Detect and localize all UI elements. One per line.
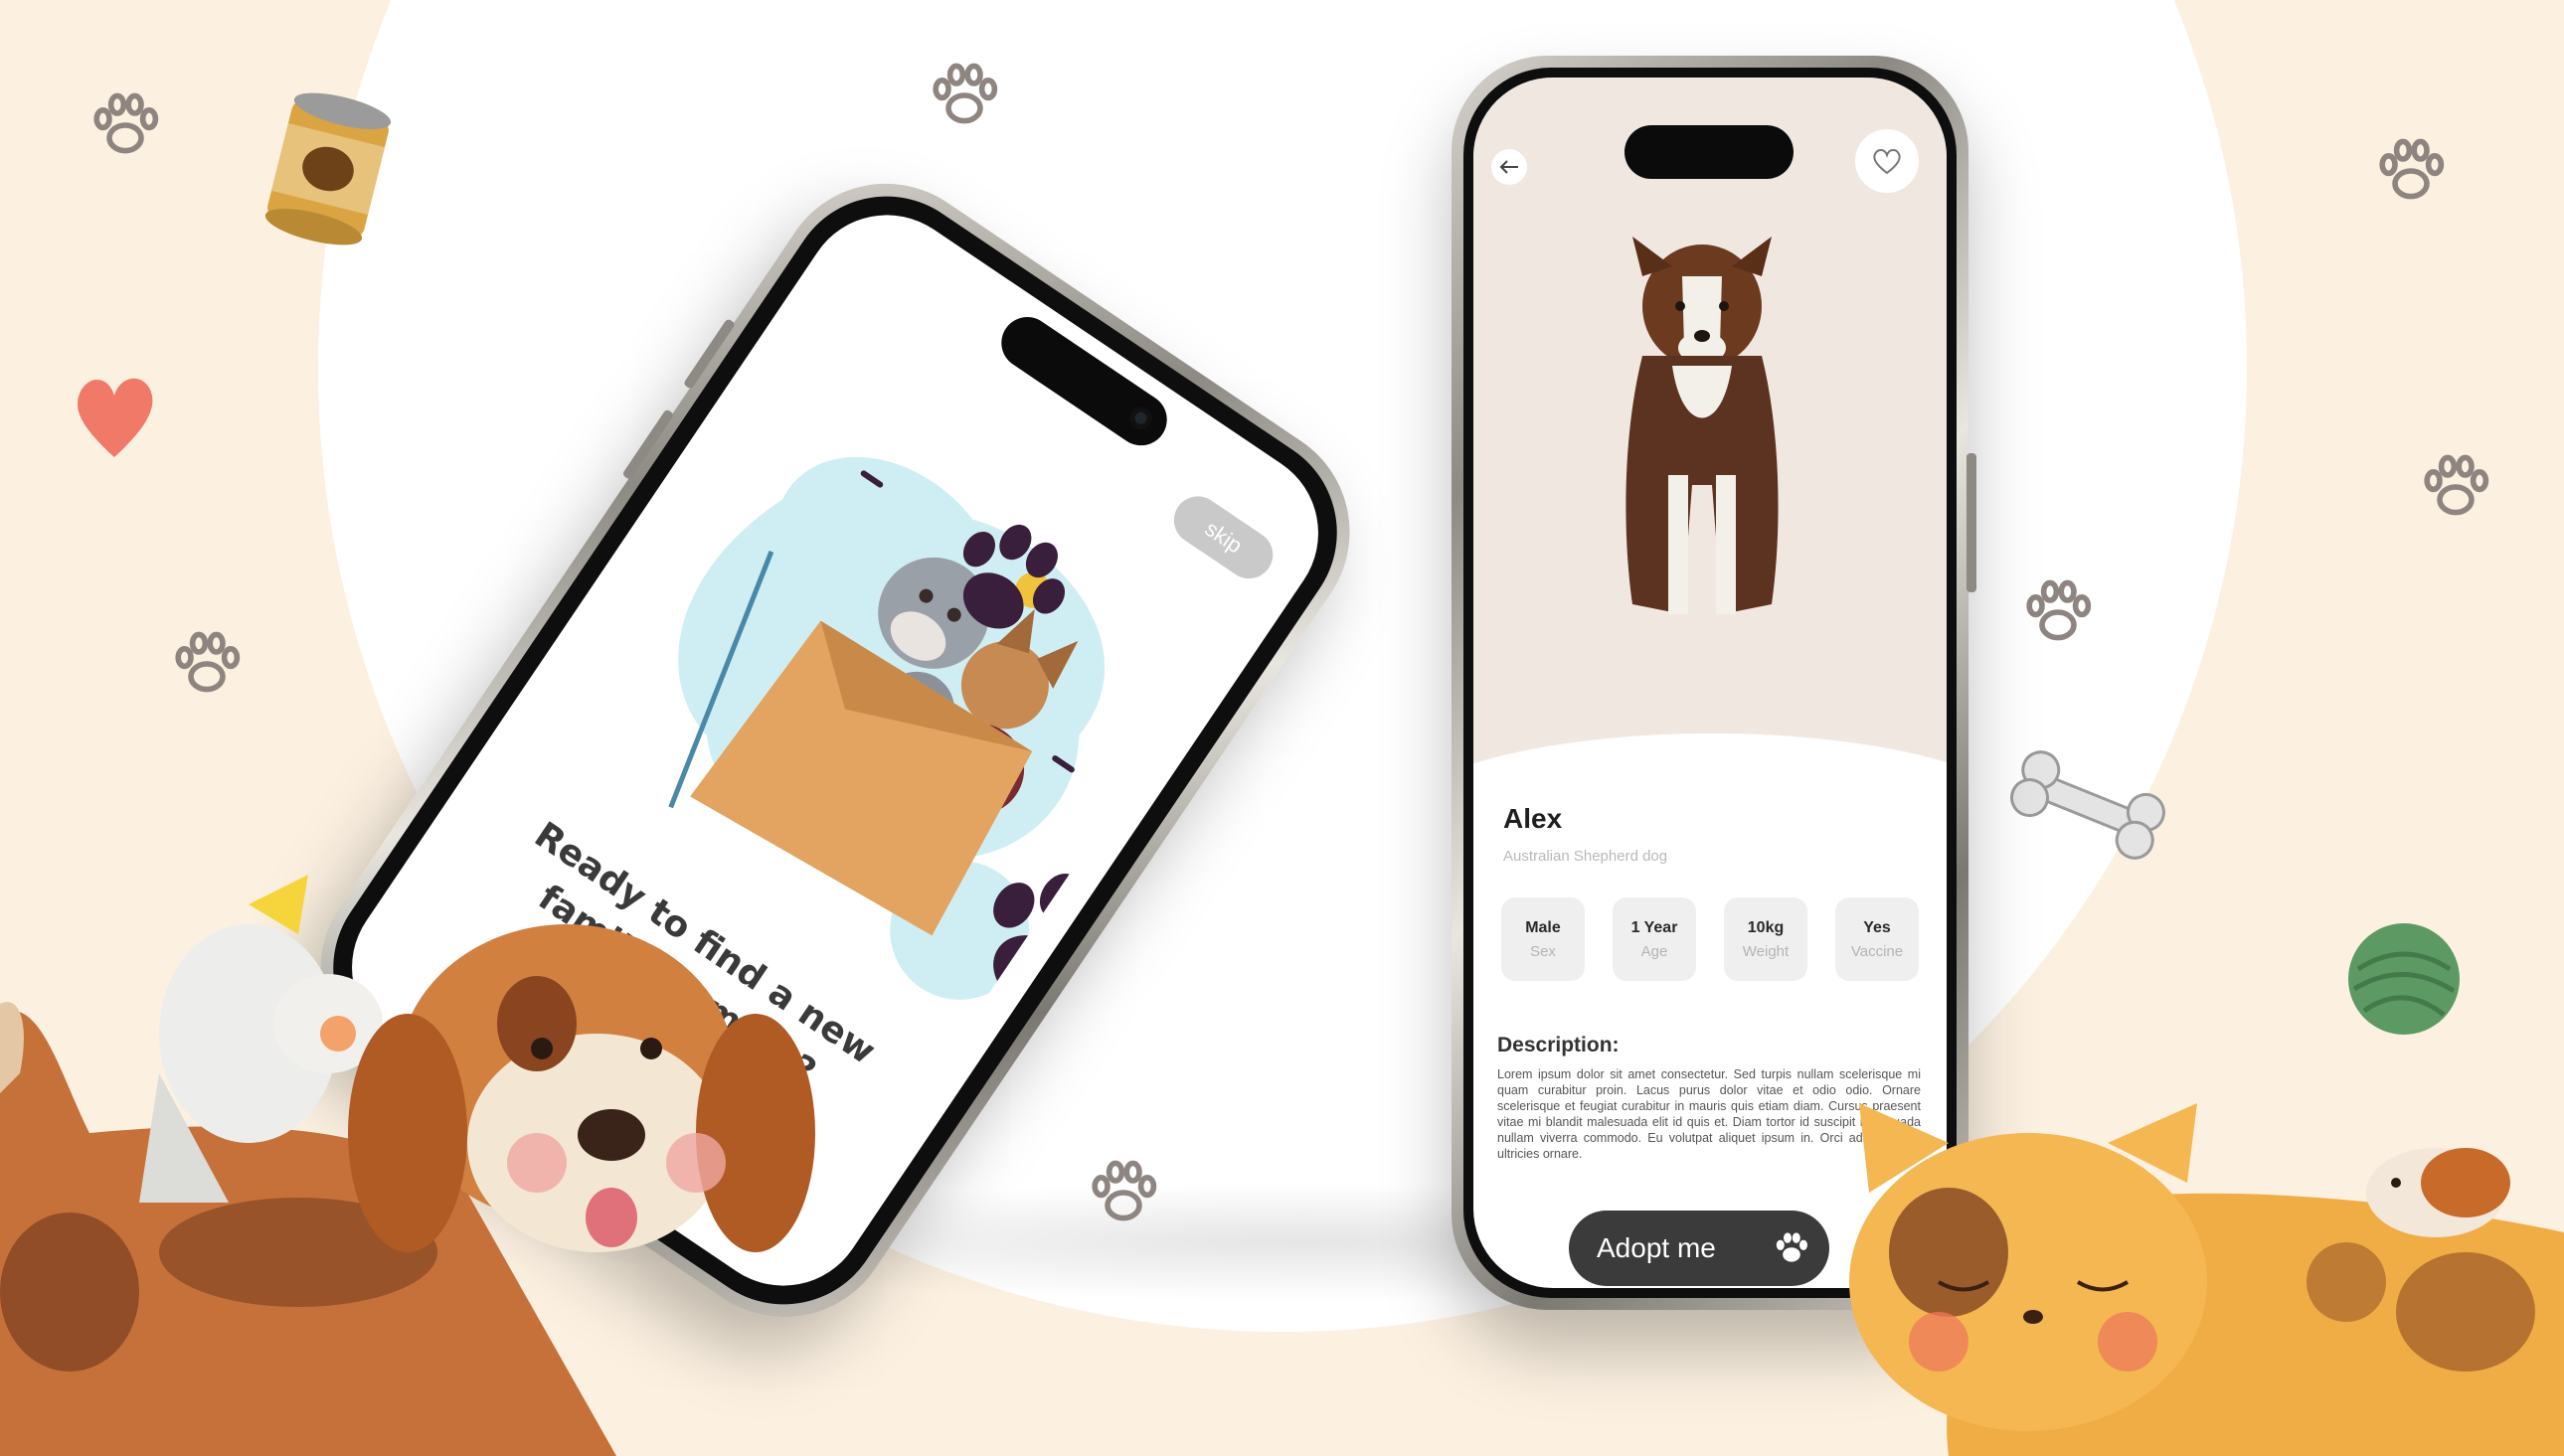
paw-print-icon bbox=[925, 56, 1004, 135]
favorite-button[interactable] bbox=[1855, 129, 1919, 193]
stat-value: Yes bbox=[1863, 918, 1891, 936]
stat-label: Weight bbox=[1742, 942, 1790, 960]
stat-card-sex: Male Sex bbox=[1501, 897, 1585, 981]
paw-print-icon bbox=[167, 624, 247, 704]
pet-breed: Australian Shepherd dog bbox=[1503, 848, 1668, 865]
phone-side-button bbox=[1966, 453, 1976, 592]
stat-card-weight: 10kg Weight bbox=[1724, 897, 1807, 981]
stat-label: Sex bbox=[1530, 942, 1556, 960]
paw-print-icon bbox=[2018, 572, 2098, 652]
back-button[interactable] bbox=[1491, 149, 1527, 185]
stat-value: 10kg bbox=[1747, 918, 1785, 936]
pet-name: Alex bbox=[1503, 803, 1563, 834]
cat-and-hamster-illustration bbox=[1849, 1103, 2564, 1456]
stat-card-age: 1 Year Age bbox=[1613, 897, 1696, 981]
description-title: Description: bbox=[1497, 1034, 1620, 1056]
pet-food-can-icon bbox=[264, 92, 392, 245]
bone-icon bbox=[2010, 750, 2165, 860]
dog-and-parrot-illustration bbox=[0, 875, 815, 1456]
heart-outline-icon bbox=[1873, 149, 1901, 175]
paw-print-icon bbox=[2416, 447, 2495, 527]
stat-value: 1 Year bbox=[1630, 918, 1678, 936]
yarn-ball-icon bbox=[2348, 923, 2460, 1035]
adopt-button-label: Adopt me bbox=[1597, 1232, 1716, 1263]
skip-button[interactable]: skip bbox=[1164, 487, 1282, 588]
heart-icon bbox=[78, 378, 153, 457]
stat-value: Male bbox=[1525, 918, 1561, 936]
stat-card-vaccine: Yes Vaccine bbox=[1835, 897, 1919, 981]
promo-canvas: skip Ready to find a new Alex Australian… bbox=[0, 0, 2564, 1456]
back-arrow-icon bbox=[1499, 160, 1518, 174]
adopt-me-button[interactable]: Adopt me bbox=[1569, 1211, 1829, 1286]
paw-print-icon bbox=[2371, 131, 2451, 211]
paw-print-icon bbox=[1084, 1153, 1163, 1232]
pet-stats: Male Sex 1 Year Age 10kg Weight Yes Vacc… bbox=[1501, 897, 1919, 981]
dog-photo bbox=[1625, 237, 1779, 614]
paw-icon bbox=[1772, 1228, 1811, 1268]
stat-label: Age bbox=[1640, 942, 1668, 960]
stat-label: Vaccine bbox=[1850, 942, 1904, 960]
paw-print-icon bbox=[85, 85, 165, 165]
dynamic-island bbox=[1624, 125, 1794, 179]
